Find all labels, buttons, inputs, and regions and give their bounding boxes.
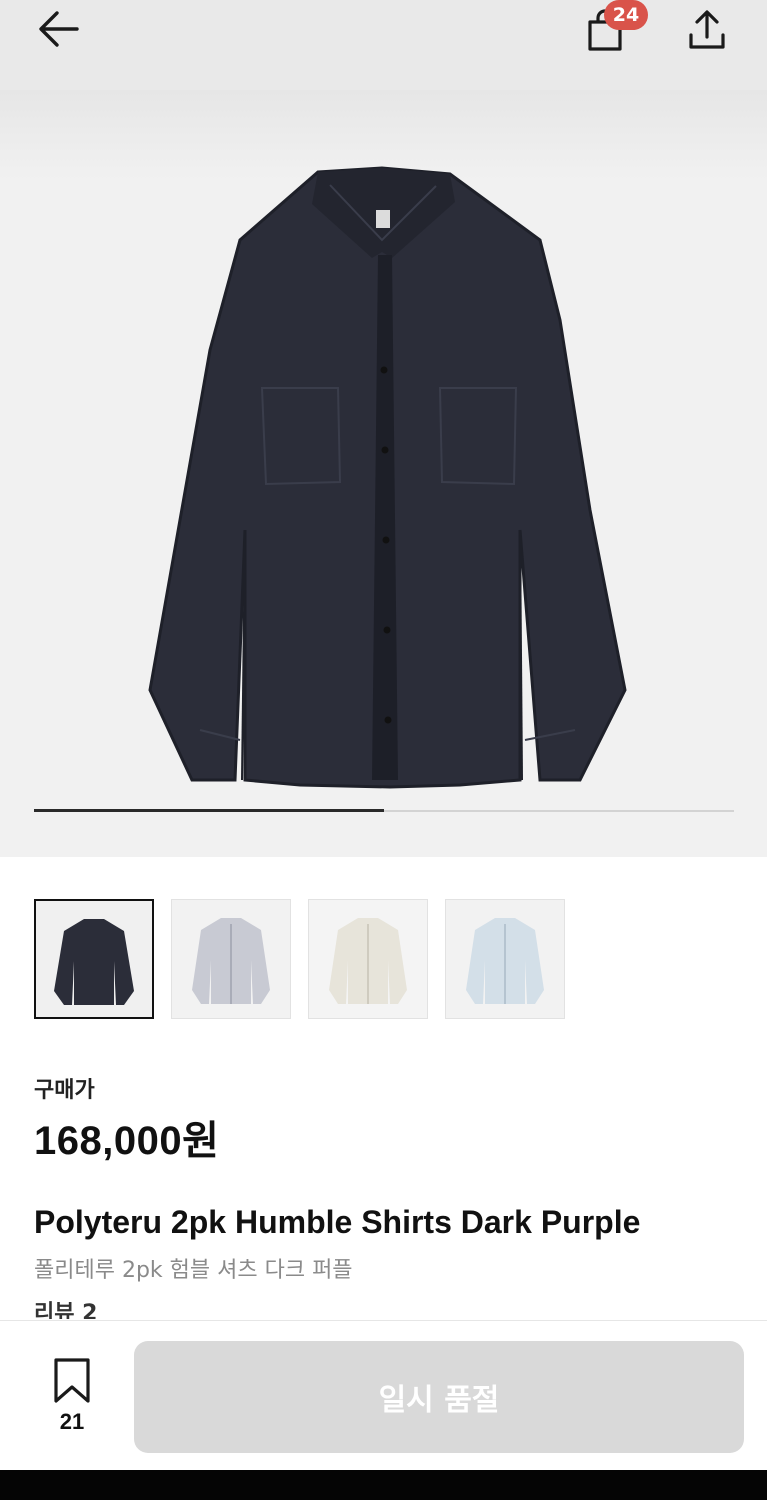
thumbnail-image — [309, 900, 427, 1018]
carousel-progress-fill — [34, 809, 384, 812]
cart-button[interactable]: 24 — [578, 0, 648, 56]
product-name: Polyteru 2pk Humble Shirts Dark Purple — [34, 1204, 641, 1240]
thumbnail-light-blue[interactable] — [445, 899, 565, 1019]
thumbnail-gray-stripe[interactable] — [171, 899, 291, 1019]
product-image-carousel[interactable] — [0, 90, 767, 857]
thumbnail-image — [36, 901, 152, 1017]
product-name-korean: 폴리테루 2pk 험블 셔츠 다크 퍼플 — [34, 1258, 353, 1283]
sold-out-button[interactable]: 일시 품절 — [134, 1341, 744, 1453]
back-button[interactable] — [30, 6, 88, 52]
thumbnail-image — [172, 900, 290, 1018]
carousel-progress — [34, 809, 734, 812]
top-app-bar: 24 — [0, 0, 767, 90]
thumbnail-strip — [34, 899, 565, 1019]
wishlist-count: 21 — [59, 1409, 85, 1434]
thumbnail-image — [446, 900, 564, 1018]
product-main-image — [148, 166, 627, 789]
price-label: 구매가 — [34, 1078, 95, 1103]
system-navigation-bar — [0, 1470, 767, 1500]
bookmark-icon — [54, 1358, 90, 1403]
thumbnail-off-white[interactable] — [308, 899, 428, 1019]
bottom-action-bar: 21 일시 품절 — [0, 1320, 767, 1470]
wishlist-button[interactable]: 21 — [34, 1355, 110, 1445]
share-upload-icon — [689, 10, 725, 49]
share-button[interactable] — [682, 4, 732, 54]
review-count-link[interactable]: 리뷰 2 — [34, 1301, 97, 1319]
thumbnail-dark-navy[interactable] — [34, 899, 154, 1019]
cart-count-badge: 24 — [604, 0, 648, 30]
product-price: 168,000원 — [34, 1119, 220, 1163]
arrow-left-icon — [39, 11, 79, 47]
